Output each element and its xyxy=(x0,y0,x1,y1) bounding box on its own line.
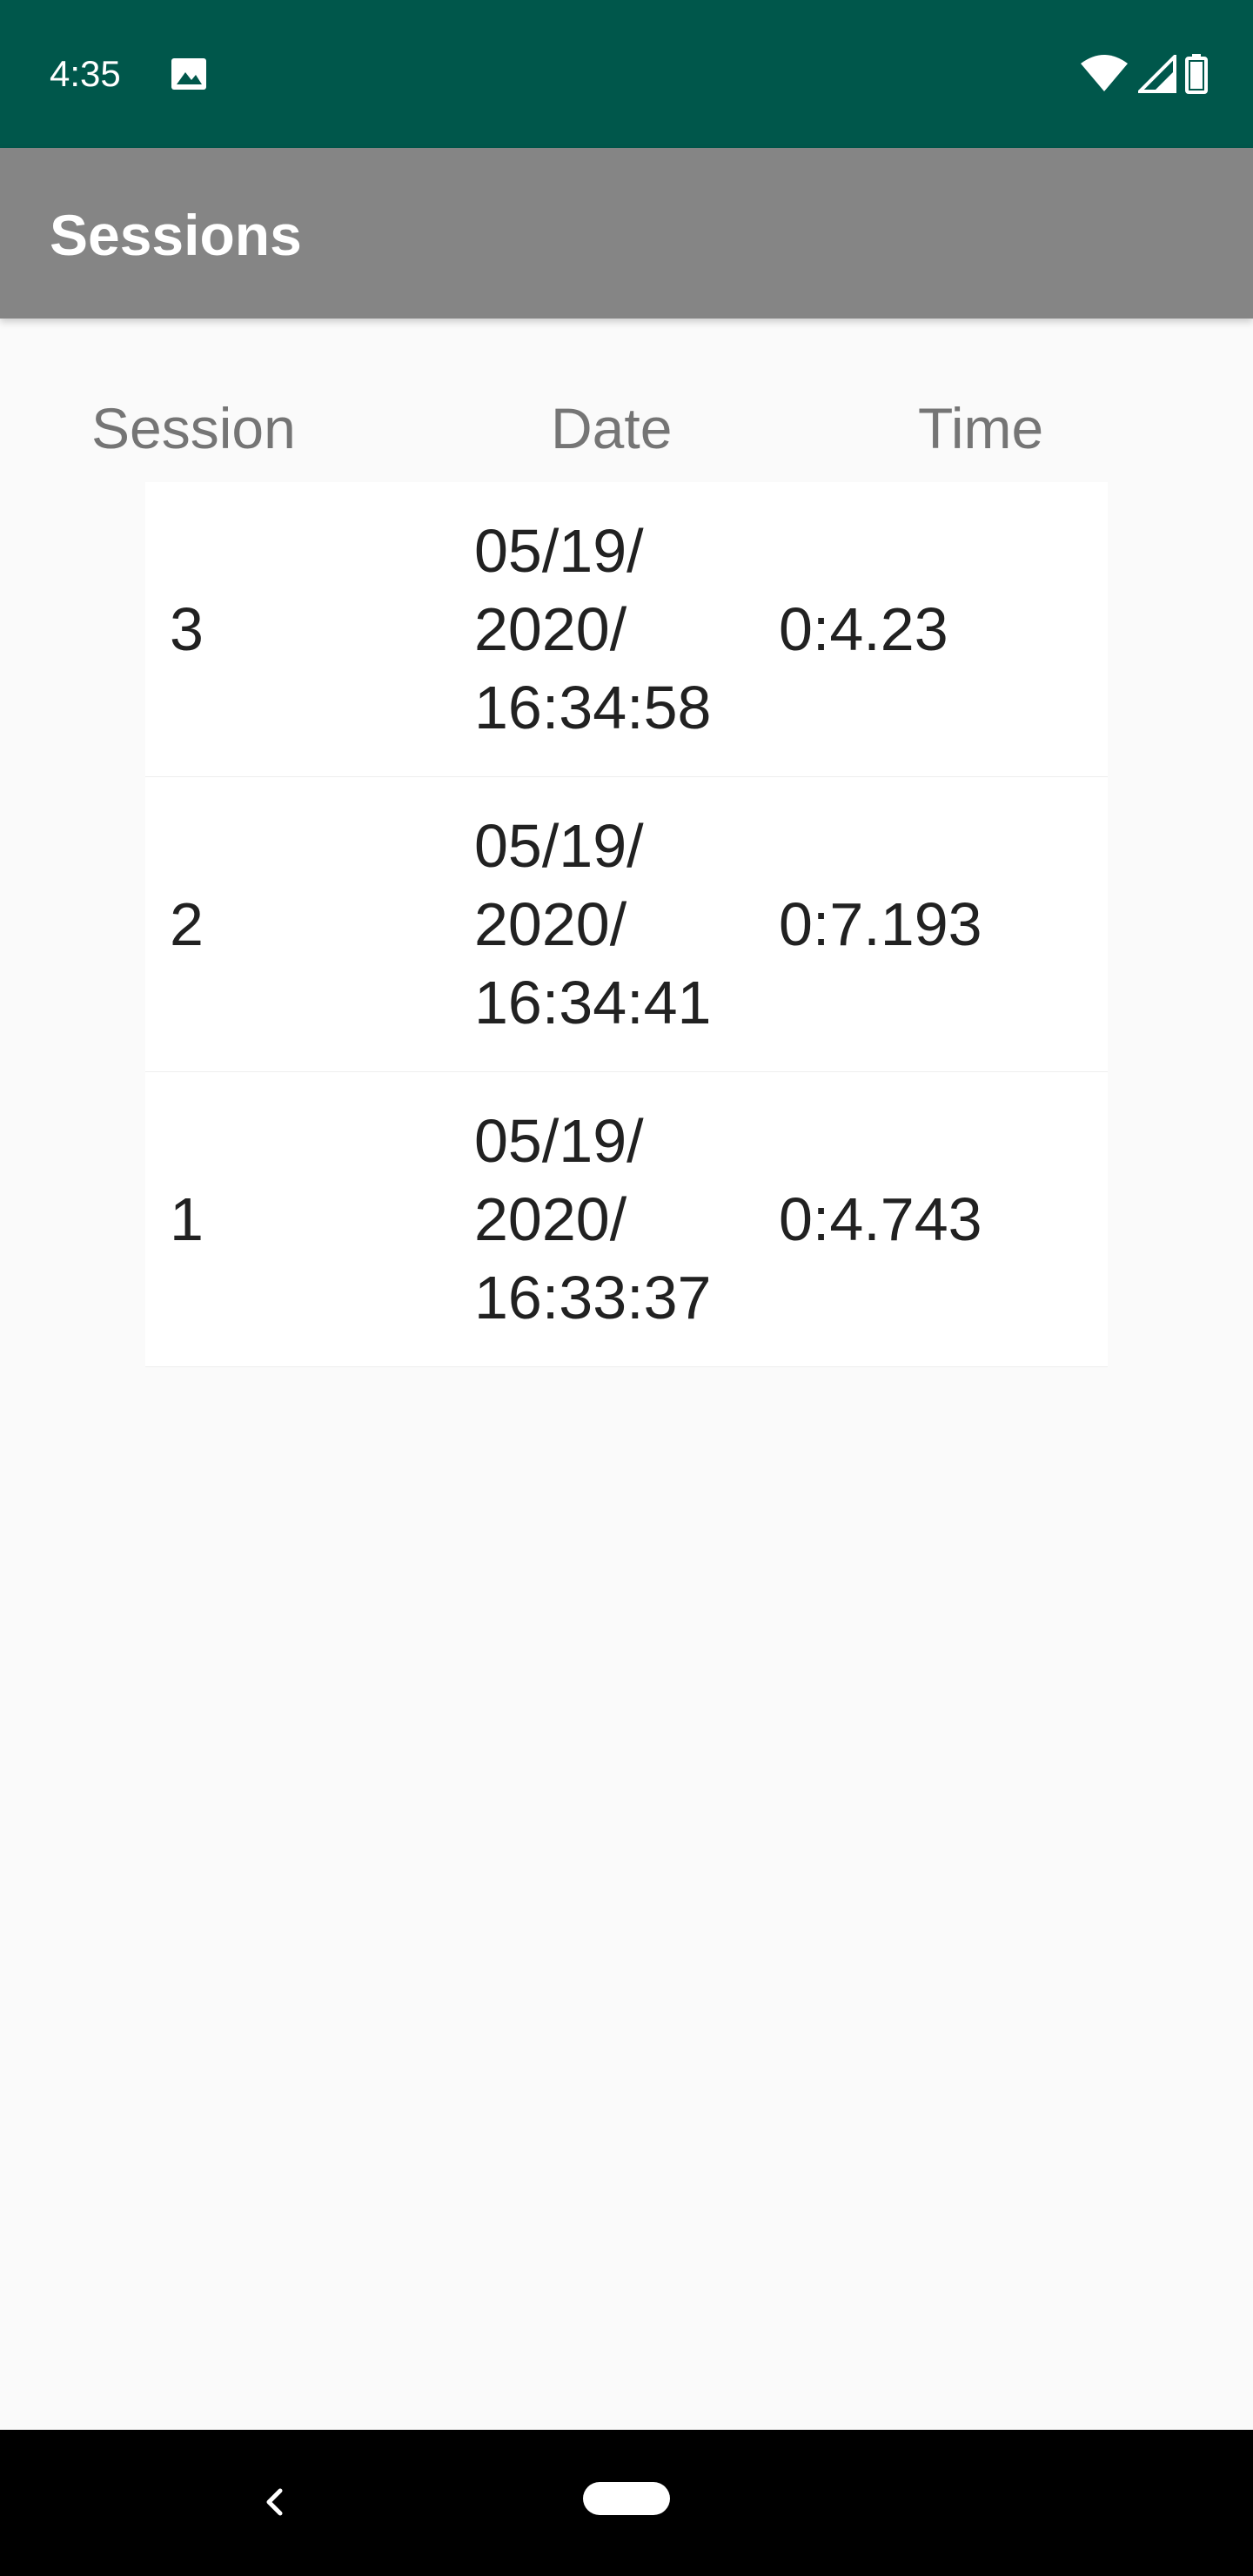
session-time: 0:4.743 xyxy=(779,1185,982,1253)
page-title: Sessions xyxy=(50,203,302,267)
signal-icon xyxy=(1138,55,1176,93)
table-row[interactable]: 1 05/19/ 2020/ 16:33:37 0:4.743 xyxy=(145,1072,1108,1367)
session-time: 0:4.23 xyxy=(779,595,948,663)
table-row[interactable]: 2 05/19/ 2020/ 16:34:41 0:7.193 xyxy=(145,777,1108,1072)
app-bar: Sessions xyxy=(0,148,1253,319)
session-number: 2 xyxy=(170,890,204,958)
session-date: 05/19/ 2020/ 16:33:37 xyxy=(474,1107,712,1332)
wifi-icon xyxy=(1081,55,1128,91)
column-header-time: Time xyxy=(918,396,1044,460)
session-date: 05/19/ 2020/ 16:34:58 xyxy=(474,517,712,741)
back-icon[interactable] xyxy=(252,2480,296,2524)
column-header-date: Date xyxy=(551,396,673,460)
column-header-session: Session xyxy=(91,396,296,460)
status-bar: 4:35 xyxy=(0,0,1253,148)
session-date: 05/19/ 2020/ 16:34:41 xyxy=(474,812,712,1036)
session-time: 0:7.193 xyxy=(779,890,982,958)
status-icons xyxy=(1079,52,1208,96)
session-number: 1 xyxy=(170,1185,204,1253)
navigation-bar xyxy=(0,2430,1253,2576)
home-pill-icon[interactable] xyxy=(583,2482,670,2515)
status-time: 4:35 xyxy=(50,53,121,94)
sessions-table: 3 05/19/ 2020/ 16:34:58 0:4.23 2 05/19/ … xyxy=(145,482,1108,1367)
battery-icon xyxy=(1185,54,1208,94)
session-number: 3 xyxy=(170,595,204,663)
image-icon xyxy=(171,58,206,90)
table-row[interactable]: 3 05/19/ 2020/ 16:34:58 0:4.23 xyxy=(145,482,1108,777)
sessions-screen: 4:35 Sessions Session Date Time 3 05/19/… xyxy=(0,0,1253,2576)
